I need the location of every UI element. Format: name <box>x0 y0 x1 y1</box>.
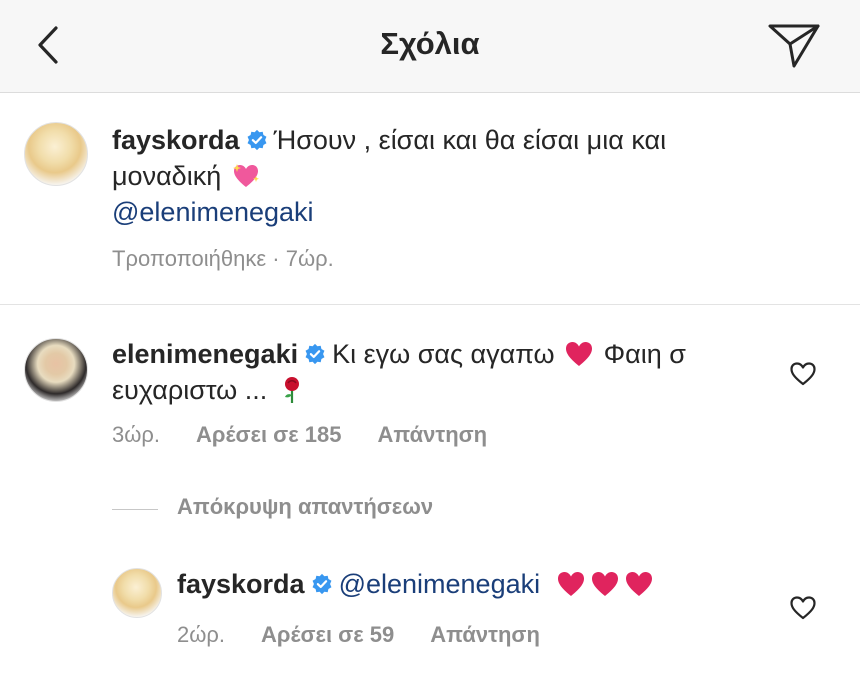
reply-meta: 2ώρ. Αρέσει σε 59 Απάντηση <box>177 622 540 648</box>
red-heart-icon <box>625 572 652 596</box>
reply-body: fayskorda @elenimenegaki <box>177 566 757 602</box>
comment-text: Κι εγω σας αγαπω <box>332 339 555 369</box>
reply-time: 2ώρ. <box>177 622 226 647</box>
header-bar: Σχόλια <box>0 0 860 93</box>
mention-link[interactable]: @elenimenegaki <box>112 197 314 227</box>
hide-replies-button[interactable]: Απόκρυψη απαντήσεων <box>177 494 433 520</box>
comment-text: Ήσουν , είσαι και θα είσαι μια και <box>273 125 667 155</box>
comment-body: fayskorda Ήσουν , είσαι και θα είσαι μια … <box>112 122 812 230</box>
reply-username[interactable]: fayskorda <box>177 569 305 599</box>
comment-body: elenimenegaki Κι εγω σας αγαπω Φαιη σ ευχ… <box>112 336 772 408</box>
comment-text-line2: μοναδική <box>112 161 222 191</box>
comment-text-cont: Φαιη σ <box>603 339 686 369</box>
red-heart-icon <box>591 572 618 596</box>
comment-time: 3ώρ. <box>112 422 161 447</box>
avatar[interactable] <box>24 122 88 186</box>
page-title: Σχόλια <box>380 26 480 61</box>
avatar[interactable] <box>24 338 88 402</box>
like-button[interactable] <box>789 595 817 621</box>
likes-count[interactable]: Αρέσει σε 185 <box>196 422 341 447</box>
share-button[interactable] <box>766 20 822 70</box>
like-button[interactable] <box>789 361 817 387</box>
likes-count[interactable]: Αρέσει σε 59 <box>261 622 394 647</box>
sparkling-heart-icon <box>232 164 259 187</box>
heart-outline-icon <box>790 596 816 620</box>
reply-button[interactable]: Απάντηση <box>430 622 540 647</box>
heart-outline-icon <box>790 362 816 386</box>
comment-meta: Τροποποιήθηκε · 7ώρ. <box>112 246 334 271</box>
hide-replies-line <box>112 509 158 510</box>
verified-badge-icon <box>247 129 267 151</box>
divider <box>0 304 860 305</box>
red-heart-icon <box>557 572 584 596</box>
comment-username[interactable]: fayskorda <box>112 125 240 155</box>
comment-meta: 3ώρ. Αρέσει σε 185 Απάντηση <box>112 422 487 448</box>
comment-username[interactable]: elenimenegaki <box>112 339 298 369</box>
reply-button[interactable]: Απάντηση <box>378 422 488 447</box>
avatar[interactable] <box>112 568 162 618</box>
verified-badge-icon <box>305 343 325 365</box>
red-heart-icon <box>566 342 593 366</box>
comment-text-line2: ευχαριστω ... <box>112 375 268 405</box>
paper-plane-icon <box>768 24 820 68</box>
verified-badge-icon <box>312 573 332 595</box>
mention-link[interactable]: @elenimenegaki <box>339 569 541 599</box>
rose-icon <box>284 377 299 403</box>
